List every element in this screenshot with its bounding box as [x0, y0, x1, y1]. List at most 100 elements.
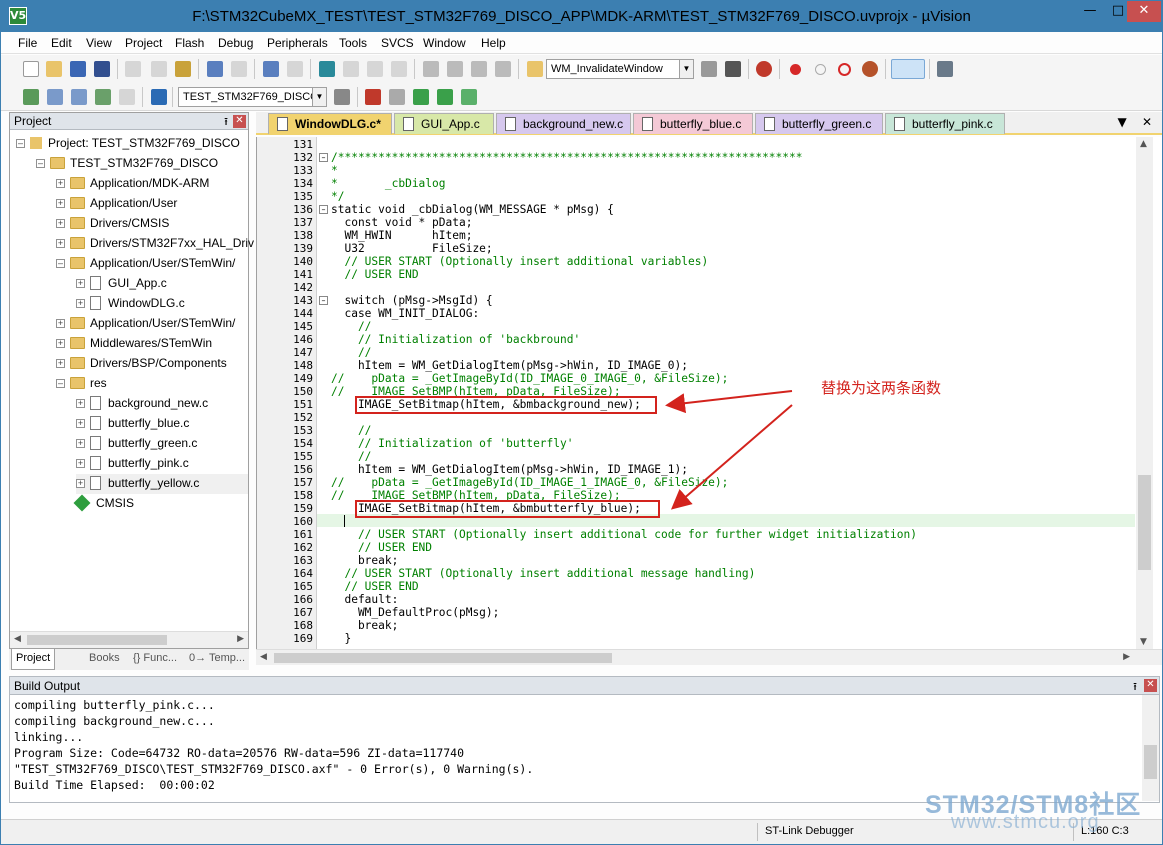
expand-icon[interactable]: + — [76, 399, 85, 408]
cut-icon[interactable] — [125, 61, 141, 77]
configure-icon[interactable] — [937, 61, 953, 77]
tab-background-new[interactable]: background_new.c — [496, 113, 631, 134]
expand-icon[interactable]: + — [76, 439, 85, 448]
indent-icon[interactable] — [423, 61, 439, 77]
tab-functions[interactable]: {} Func... — [133, 652, 177, 664]
menu-svcs[interactable]: SVCS — [381, 36, 414, 50]
menu-window[interactable]: Window — [423, 36, 466, 50]
manage-project-items-icon[interactable] — [365, 89, 381, 105]
menu-tools[interactable]: Tools — [339, 36, 367, 50]
menu-help[interactable]: Help — [481, 36, 506, 50]
scrollbar-thumb[interactable] — [1144, 745, 1157, 779]
run-time-environment-icon[interactable] — [437, 89, 453, 105]
scroll-left-icon[interactable]: ◀ — [14, 634, 21, 644]
tree-horizontal-scrollbar[interactable]: ◀ ▶ — [10, 631, 248, 648]
menu-view[interactable]: View — [86, 36, 112, 50]
menu-edit[interactable]: Edit — [51, 36, 72, 50]
uncomment-icon[interactable] — [495, 61, 511, 77]
close-tab-icon[interactable]: ✕ — [1142, 115, 1152, 129]
tab-project[interactable]: Project — [11, 649, 56, 670]
clear-bookmarks-icon[interactable] — [391, 61, 407, 77]
target-options-icon[interactable] — [334, 89, 350, 105]
expand-icon[interactable]: + — [56, 359, 65, 368]
open-folder-icon[interactable] — [46, 61, 62, 77]
build-icon[interactable] — [47, 89, 63, 105]
rebuild-icon[interactable] — [71, 89, 87, 105]
download-icon[interactable] — [151, 89, 167, 105]
scroll-right-icon[interactable]: ▶ — [1123, 652, 1130, 662]
debug-session-icon[interactable] — [756, 61, 772, 77]
tree-node-file-selected[interactable]: + butterfly_yellow.c — [76, 474, 248, 494]
menu-file[interactable]: File — [18, 36, 37, 50]
expand-icon[interactable]: + — [56, 239, 65, 248]
pin-icon[interactable]: ⭱ — [224, 113, 228, 132]
bookmark-icon[interactable] — [319, 61, 335, 77]
disable-breakpoints-icon[interactable] — [838, 63, 851, 76]
find-in-files-icon[interactable] — [527, 61, 543, 77]
expand-icon[interactable]: + — [56, 179, 65, 188]
expand-icon[interactable]: + — [76, 459, 85, 468]
paste-icon[interactable] — [175, 61, 191, 77]
unindent-icon[interactable] — [447, 61, 463, 77]
menu-project[interactable]: Project — [125, 36, 162, 50]
scroll-down-icon[interactable]: ▼ — [1140, 637, 1147, 647]
prev-bookmark-icon[interactable] — [343, 61, 359, 77]
comment-icon[interactable] — [471, 61, 487, 77]
find-icon[interactable] — [701, 61, 717, 77]
translate-icon[interactable] — [23, 89, 39, 105]
tab-butterfly-pink[interactable]: butterfly_pink.c — [885, 113, 1005, 134]
expand-icon[interactable]: + — [76, 299, 85, 308]
stop-build-icon[interactable] — [119, 89, 135, 105]
chevron-down-icon[interactable]: ▼ — [679, 60, 693, 78]
expand-icon[interactable]: + — [76, 419, 85, 428]
close-panel-icon[interactable]: ✕ — [233, 115, 246, 128]
function-combo[interactable]: WM_InvalidateWindow ▼ — [546, 59, 694, 79]
target-combo[interactable]: TEST_STM32F769_DISCO ▼ — [178, 87, 327, 107]
insert-breakpoint-icon[interactable] — [790, 64, 801, 75]
expand-icon[interactable]: + — [76, 479, 85, 488]
scrollbar-thumb[interactable] — [27, 635, 167, 645]
minimize-button[interactable]: — — [1076, 1, 1104, 22]
undo-icon[interactable] — [207, 61, 223, 77]
save-all-icon[interactable] — [94, 61, 110, 77]
menu-flash[interactable]: Flash — [175, 36, 204, 50]
tab-butterfly-blue[interactable]: butterfly_blue.c — [633, 113, 753, 134]
code-editor[interactable]: 131 132 133 134 135 136 137 138 139 140 141 142 143 1… — [256, 137, 1162, 649]
collapse-icon[interactable]: – — [36, 159, 45, 168]
kill-breakpoints-icon[interactable] — [862, 61, 878, 77]
manage-rte-icon[interactable] — [461, 89, 477, 105]
editor-vertical-scrollbar[interactable]: ▲ ▼ — [1136, 137, 1153, 649]
close-panel-icon[interactable]: ✕ — [1144, 679, 1157, 692]
batch-build-icon[interactable] — [95, 89, 111, 105]
copy-icon[interactable] — [151, 61, 167, 77]
redo-icon[interactable] — [231, 61, 247, 77]
menu-debug[interactable]: Debug — [218, 36, 253, 50]
tab-books[interactable]: Books — [89, 652, 120, 664]
editor-horizontal-scrollbar[interactable]: ◀ ▶ — [256, 649, 1162, 665]
expand-icon[interactable]: + — [56, 319, 65, 328]
menu-peripherals[interactable]: Peripherals — [267, 36, 328, 50]
select-packs-icon[interactable] — [389, 89, 405, 105]
scroll-up-icon[interactable]: ▲ — [1140, 139, 1147, 149]
expand-icon[interactable]: + — [56, 339, 65, 348]
tab-gui-app[interactable]: GUI_App.c — [394, 113, 494, 134]
enable-breakpoint-icon[interactable] — [815, 64, 826, 75]
expand-icon[interactable]: + — [76, 279, 85, 288]
scroll-left-icon[interactable]: ◀ — [260, 652, 267, 662]
build-output-scrollbar[interactable] — [1142, 695, 1159, 801]
navigate-forward-icon[interactable] — [287, 61, 303, 77]
save-icon[interactable] — [70, 61, 86, 77]
navigate-back-icon[interactable] — [263, 61, 279, 77]
scroll-right-icon[interactable]: ▶ — [237, 634, 244, 644]
new-file-icon[interactable] — [23, 61, 39, 77]
expand-icon[interactable]: + — [56, 199, 65, 208]
collapse-icon[interactable]: – — [56, 379, 65, 388]
collapse-icon[interactable]: – — [56, 259, 65, 268]
tab-butterfly-green[interactable]: butterfly_green.c — [755, 113, 883, 134]
collapse-icon[interactable]: – — [16, 139, 25, 148]
scrollbar-thumb[interactable] — [274, 653, 612, 663]
window-layout-icon[interactable] — [891, 59, 925, 79]
scrollbar-thumb[interactable] — [1138, 475, 1151, 570]
tab-list-icon[interactable]: ▼ — [1117, 115, 1126, 129]
close-button[interactable]: ✕ — [1127, 1, 1161, 22]
